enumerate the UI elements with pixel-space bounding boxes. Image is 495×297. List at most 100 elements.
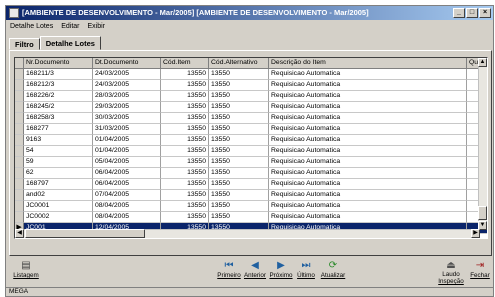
row-indicator[interactable] xyxy=(15,201,24,212)
menu-detalhe-lotes[interactable]: Detalhe Lotes xyxy=(10,21,53,32)
cell-descricao-item[interactable]: Requisicao Automatica xyxy=(269,190,467,201)
cell-cod-alternativo[interactable]: 13550 xyxy=(209,212,269,223)
cell-nr-documento[interactable]: 168258/3 xyxy=(24,113,93,124)
header-nr-documento[interactable]: Nr.Documento xyxy=(24,58,93,69)
anterior-button[interactable]: ◀ Anterior xyxy=(243,258,267,279)
cell-cod-item[interactable]: 13550 xyxy=(161,102,209,113)
table-row[interactable]: 168245/2 29/03/2005 13550 13550 Requisicao A… xyxy=(15,102,487,113)
table-row[interactable]: 168277 31/03/2005 13550 13550 Requisicao Aut… xyxy=(15,124,487,135)
cell-cod-item[interactable]: 13550 xyxy=(161,157,209,168)
atualizar-button[interactable]: ⟳ Atualizar xyxy=(319,258,347,279)
cell-descricao-item[interactable]: Requisicao Automatica xyxy=(269,157,467,168)
cell-dt-documento[interactable]: 24/03/2005 xyxy=(93,69,161,80)
cell-descricao-item[interactable]: Requisicao Automatica xyxy=(269,201,467,212)
cell-nr-documento[interactable]: 168797 xyxy=(24,179,93,190)
cell-cod-alternativo[interactable]: 13550 xyxy=(209,157,269,168)
cell-nr-documento[interactable]: 168245/2 xyxy=(24,102,93,113)
cell-descricao-item[interactable]: Requisicao Automatica xyxy=(269,91,467,102)
laudo-inspecao-button[interactable]: ⏏ Laudo Inspeção xyxy=(435,258,467,285)
table-row[interactable]: JC0002 08/04/2005 13550 13550 Requisicao Aut… xyxy=(15,212,487,223)
cell-cod-alternativo[interactable]: 13550 xyxy=(209,113,269,124)
cell-cod-item[interactable]: 13550 xyxy=(161,113,209,124)
row-indicator[interactable] xyxy=(15,212,24,223)
close-button[interactable]: × xyxy=(479,8,491,18)
cell-dt-documento[interactable]: 05/04/2005 xyxy=(93,157,161,168)
cell-descricao-item[interactable]: Requisicao Automatica xyxy=(269,212,467,223)
fechar-button[interactable]: ⇥ Fechar xyxy=(469,258,491,279)
cell-descricao-item[interactable]: Requisicao Automatica xyxy=(269,168,467,179)
table-row[interactable]: 168211/3 24/03/2005 13550 13550 Requisicao A… xyxy=(15,69,487,80)
cell-descricao-item[interactable]: Requisicao Automatica xyxy=(269,146,467,157)
table-row[interactable]: and02 07/04/2005 13550 13550 Requisicao Auto… xyxy=(15,190,487,201)
header-cod-item[interactable]: Cód.Item xyxy=(161,58,209,69)
row-indicator[interactable] xyxy=(15,91,24,102)
cell-dt-documento[interactable]: 06/04/2005 xyxy=(93,179,161,190)
header-dt-documento[interactable]: Dt.Documento xyxy=(93,58,161,69)
cell-descricao-item[interactable]: Requisicao Automatica xyxy=(269,80,467,91)
cell-dt-documento[interactable]: 24/03/2005 xyxy=(93,80,161,91)
cell-cod-alternativo[interactable]: 13550 xyxy=(209,168,269,179)
cell-nr-documento[interactable]: 9163 xyxy=(24,135,93,146)
cell-descricao-item[interactable]: Requisicao Automatica xyxy=(269,124,467,135)
cell-nr-documento[interactable]: 168212/3 xyxy=(24,80,93,91)
cell-cod-alternativo[interactable]: 13550 xyxy=(209,201,269,212)
cell-dt-documento[interactable]: 07/04/2005 xyxy=(93,190,161,201)
row-indicator[interactable] xyxy=(15,80,24,91)
cell-cod-item[interactable]: 13550 xyxy=(161,69,209,80)
cell-descricao-item[interactable]: Requisicao Automatica xyxy=(269,69,467,80)
cell-dt-documento[interactable]: 01/04/2005 xyxy=(93,135,161,146)
menu-exibir[interactable]: Exibir xyxy=(88,21,106,32)
row-indicator[interactable] xyxy=(15,157,24,168)
cell-cod-item[interactable]: 13550 xyxy=(161,91,209,102)
cell-cod-alternativo[interactable]: 13550 xyxy=(209,80,269,91)
row-indicator[interactable] xyxy=(15,135,24,146)
proximo-button[interactable]: ▶ Próximo xyxy=(269,258,293,279)
row-indicator[interactable] xyxy=(15,190,24,201)
row-indicator[interactable] xyxy=(15,146,24,157)
row-indicator[interactable] xyxy=(15,179,24,190)
horizontal-scroll-thumb[interactable] xyxy=(25,229,145,238)
cell-dt-documento[interactable]: 29/03/2005 xyxy=(93,102,161,113)
cell-cod-alternativo[interactable]: 13550 xyxy=(209,91,269,102)
cell-cod-item[interactable]: 13550 xyxy=(161,201,209,212)
table-row[interactable]: 168212/3 24/03/2005 13550 13550 Requisicao A… xyxy=(15,80,487,91)
cell-dt-documento[interactable]: 08/04/2005 xyxy=(93,212,161,223)
cell-dt-documento[interactable]: 30/03/2005 xyxy=(93,113,161,124)
vertical-scrollbar[interactable]: ▲ ▼ xyxy=(478,58,487,230)
table-row[interactable]: 168797 06/04/2005 13550 13550 Requisicao Aut… xyxy=(15,179,487,190)
table-row[interactable]: 59 05/04/2005 13550 13550 Requisicao Automat… xyxy=(15,157,487,168)
cell-descricao-item[interactable]: Requisicao Automatica xyxy=(269,179,467,190)
cell-cod-item[interactable]: 13550 xyxy=(161,168,209,179)
scroll-up-icon[interactable]: ▲ xyxy=(478,58,487,67)
primeiro-button[interactable]: ⏮ Primeiro xyxy=(217,258,241,279)
table-row[interactable]: 168258/3 30/03/2005 13550 13550 Requisicao A… xyxy=(15,113,487,124)
tab-detalhe-lotes[interactable]: Detalhe Lotes xyxy=(39,36,101,50)
cell-dt-documento[interactable]: 06/04/2005 xyxy=(93,168,161,179)
table-row[interactable]: 9163 01/04/2005 13550 13550 Requisicao Autom… xyxy=(15,135,487,146)
cell-dt-documento[interactable]: 01/04/2005 xyxy=(93,146,161,157)
data-grid[interactable]: Nr.Documento Dt.Documento Cód.Item Cód.A… xyxy=(14,57,488,239)
cell-cod-item[interactable]: 13550 xyxy=(161,124,209,135)
cell-nr-documento[interactable]: JC0002 xyxy=(24,212,93,223)
table-row[interactable]: 168226/2 28/03/2005 13550 13550 Requisicao A… xyxy=(15,91,487,102)
horizontal-scrollbar[interactable]: ◀ ▶ xyxy=(15,229,480,238)
row-indicator[interactable] xyxy=(15,69,24,80)
cell-cod-item[interactable]: 13550 xyxy=(161,146,209,157)
cell-cod-item[interactable]: 13550 xyxy=(161,135,209,146)
row-indicator[interactable] xyxy=(15,124,24,135)
scroll-left-icon[interactable]: ◀ xyxy=(15,229,24,238)
cell-cod-item[interactable]: 13550 xyxy=(161,179,209,190)
cell-descricao-item[interactable]: Requisicao Automatica xyxy=(269,102,467,113)
cell-nr-documento[interactable]: and02 xyxy=(24,190,93,201)
table-row[interactable]: JC0001 08/04/2005 13550 13550 Requisicao Aut… xyxy=(15,201,487,212)
cell-cod-alternativo[interactable]: 13550 xyxy=(209,102,269,113)
cell-cod-item[interactable]: 13550 xyxy=(161,212,209,223)
cell-cod-alternativo[interactable]: 13550 xyxy=(209,124,269,135)
cell-nr-documento[interactable]: 59 xyxy=(24,157,93,168)
header-descricao-item[interactable]: Descrição do Item xyxy=(269,58,467,69)
cell-nr-documento[interactable]: 168226/2 xyxy=(24,91,93,102)
cell-descricao-item[interactable]: Requisicao Automatica xyxy=(269,135,467,146)
cell-dt-documento[interactable]: 08/04/2005 xyxy=(93,201,161,212)
ultimo-button[interactable]: ⏭ Último xyxy=(295,258,317,279)
menu-editar[interactable]: Editar xyxy=(61,21,79,32)
